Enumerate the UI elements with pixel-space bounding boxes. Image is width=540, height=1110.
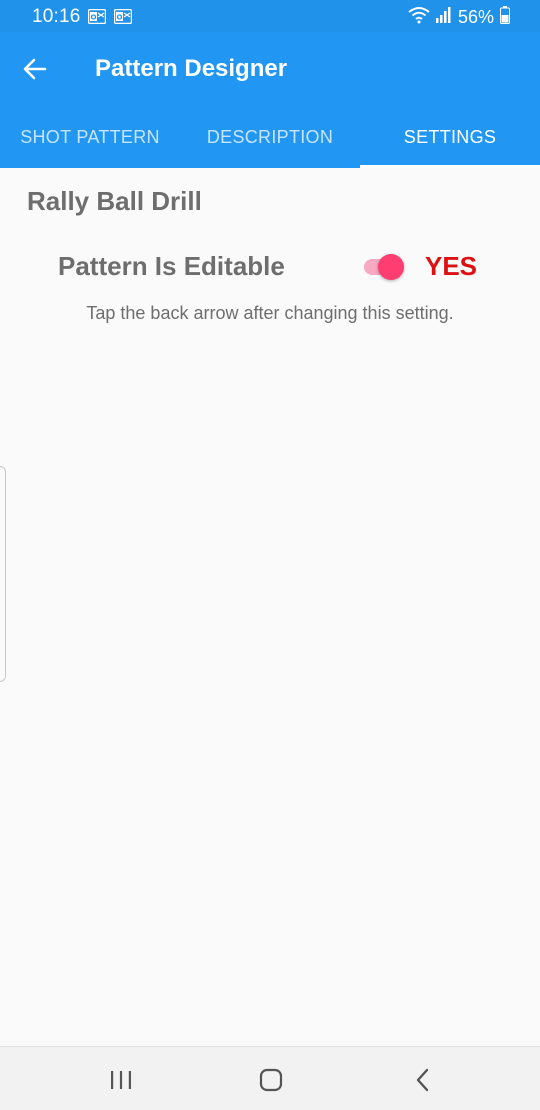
wifi-icon	[408, 6, 430, 29]
app-title: Pattern Designer	[95, 55, 288, 82]
outlook-icon: O	[87, 8, 107, 25]
pattern-editable-label: Pattern Is Editable	[58, 251, 285, 281]
tab-settings[interactable]: SETTINGS	[360, 106, 540, 168]
hint-text: Tap the back arrow after changing this s…	[86, 303, 454, 323]
system-nav-bar	[0, 1046, 540, 1110]
drill-name: Rally Ball Drill	[27, 186, 202, 216]
signal-icon	[435, 7, 452, 28]
back-icon[interactable]	[409, 1066, 437, 1094]
back-arrow-button[interactable]	[20, 54, 50, 84]
battery-percent: 56%	[457, 7, 494, 27]
tab-shot-pattern[interactable]: SHOT PATTERN	[0, 106, 180, 168]
status-icons: 56%	[408, 6, 510, 29]
recent-apps-icon[interactable]	[107, 1066, 135, 1094]
outlook-icon: O	[113, 8, 133, 25]
svg-text:O: O	[91, 14, 97, 22]
tab-bar: SHOT PATTERN DESCRIPTION SETTINGS	[0, 106, 540, 168]
home-icon[interactable]	[257, 1066, 285, 1094]
status-time: 10:16	[32, 6, 81, 27]
arrow-left-icon	[23, 58, 47, 80]
svg-text:O: O	[117, 14, 123, 22]
screen: 10:16 O O 56% Pattern Designer SHOT PATT…	[0, 0, 540, 1110]
pattern-editable-toggle[interactable]	[362, 254, 406, 280]
edge-panel-handle[interactable]	[0, 466, 6, 682]
status-bar: 10:16 O O 56%	[0, 0, 540, 32]
toggle-state-text: YES	[425, 251, 478, 281]
app-bar: Pattern Designer	[0, 32, 540, 106]
battery-icon	[500, 6, 510, 29]
tab-description[interactable]: DESCRIPTION	[180, 106, 360, 168]
toggle-thumb	[378, 254, 404, 280]
